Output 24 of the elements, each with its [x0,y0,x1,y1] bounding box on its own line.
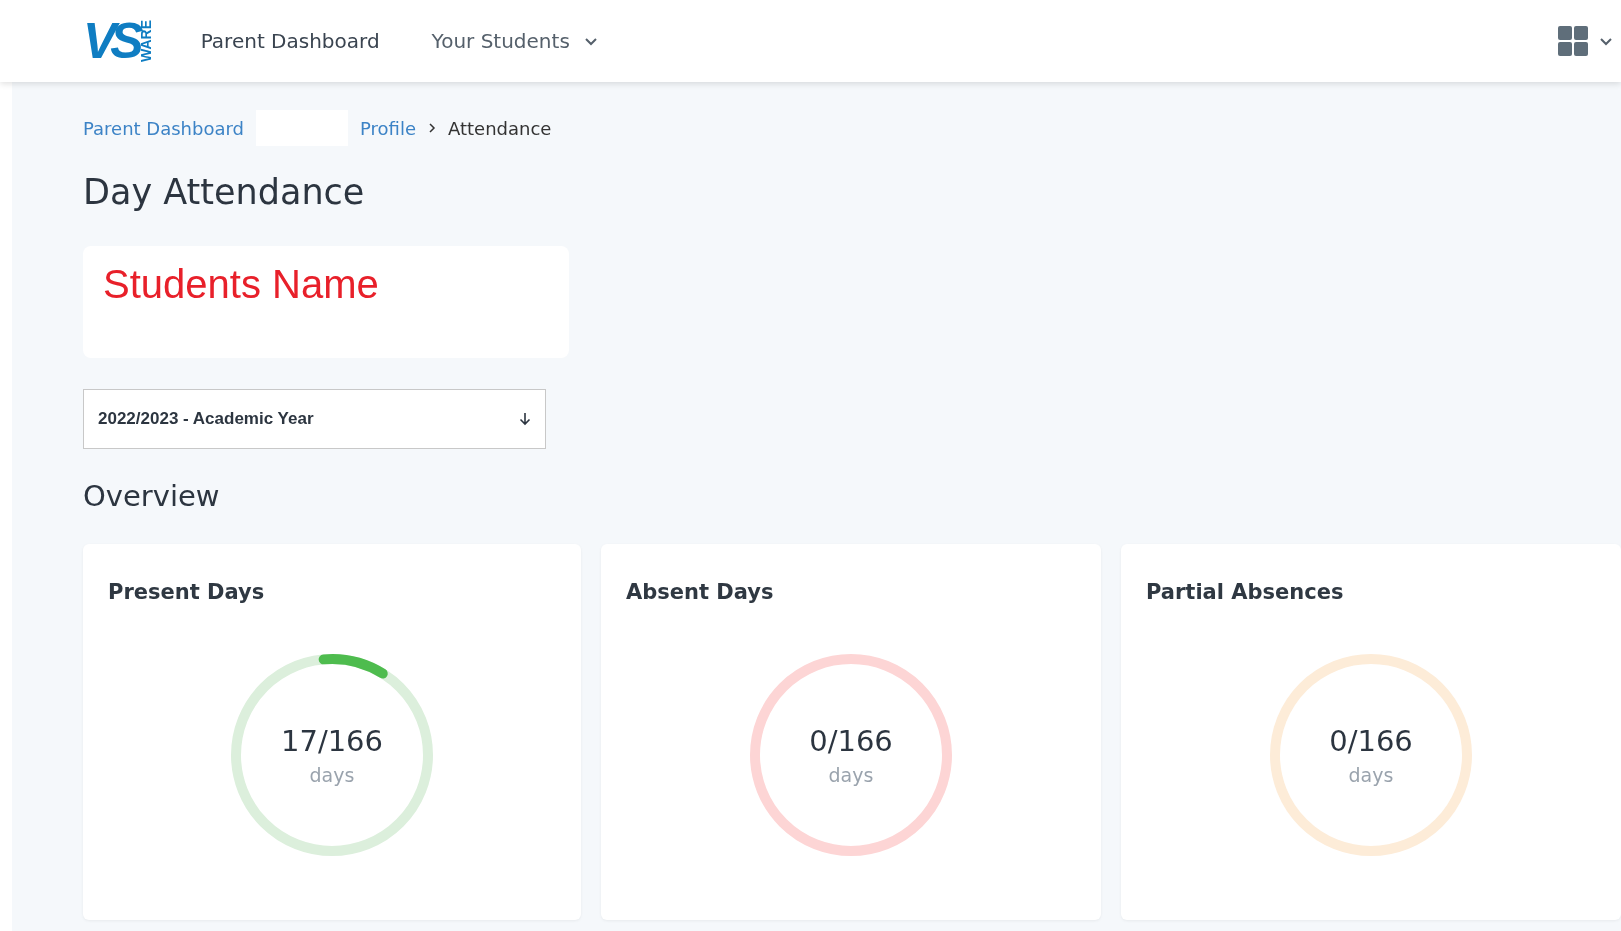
section-title: Overview [83,479,221,513]
stat-unit: days [828,764,874,786]
stat-value: 0/166 [1329,724,1413,758]
apps-grid-icon[interactable] [1558,25,1589,57]
card-title: Absent Days [626,580,774,604]
arrow-down-icon [519,412,531,426]
student-name: Students Name [103,262,380,307]
stat-value: 0/166 [809,724,893,758]
breadcrumb-link[interactable]: Profile [360,117,416,139]
nav-dropdown[interactable]: Your Students [431,29,598,53]
nav-link[interactable]: Parent Dashboard [200,29,380,53]
breadcrumb-link[interactable]: Parent Dashboard [83,117,244,139]
breadcrumb-current: Attendance [447,117,552,139]
vsware-logo[interactable]: VS WARE [83,16,153,66]
chevron-down-icon [1599,36,1613,46]
card-title: Present Days [108,580,265,604]
stat-value: 17/166 [281,724,383,758]
chevron-down-icon [583,36,598,46]
academic-year-select[interactable]: 2022/2023 - Academic Year [83,389,546,449]
chevron-right-icon [427,123,436,133]
stat-unit: days [1348,764,1394,786]
page-title: Day Attendance [83,172,366,212]
stat-unit: days [309,764,355,786]
card-title: Partial Absences [1146,580,1344,604]
